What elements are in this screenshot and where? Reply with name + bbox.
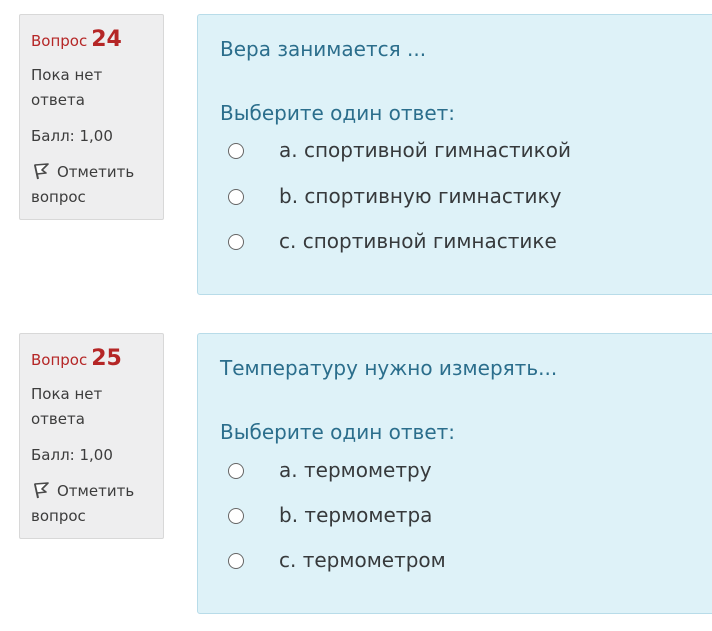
radio-button[interactable] xyxy=(228,463,244,479)
answer-prompt: Выберите один ответ: xyxy=(220,101,456,125)
question-number: 25 xyxy=(91,346,122,371)
answer-text: термометру xyxy=(303,458,432,482)
radio-button[interactable] xyxy=(228,234,244,250)
answer-option-c[interactable]: c. спортивной гимнастике xyxy=(228,229,688,263)
question-info-panel: Вопрос 25 Пока нет ответа Балл: 1,00 Отм… xyxy=(19,333,164,539)
answer-label: c. спортивной гимнастике xyxy=(279,229,557,253)
answer-label: b. термометра xyxy=(279,503,432,527)
question-label: Вопрос xyxy=(31,32,88,50)
answer-label: a. термометру xyxy=(279,458,432,482)
question-content: Вера занимается ... Выберите один ответ:… xyxy=(197,14,712,295)
answer-prompt: Выберите один ответ: xyxy=(220,420,456,444)
answer-option-a[interactable]: a. термометру xyxy=(228,458,688,492)
question-number-heading: Вопрос 24 xyxy=(31,27,153,53)
answer-letter: a. xyxy=(279,458,298,482)
answer-letter: c. xyxy=(279,548,297,572)
answer-option-c[interactable]: c. термометром xyxy=(228,548,688,582)
flag-question-link[interactable]: Отметить вопрос xyxy=(31,479,153,529)
flag-icon xyxy=(34,482,49,499)
flag-question-link[interactable]: Отметить вопрос xyxy=(31,160,153,210)
question-grade: Балл: 1,00 xyxy=(31,446,113,464)
answer-option-b[interactable]: b. спортивную гимнастику xyxy=(228,184,688,218)
answer-text: спортивной гимнастикой xyxy=(303,138,571,162)
question-text: Вера занимается ... xyxy=(220,37,427,61)
answer-letter: a. xyxy=(279,138,298,162)
answer-text: спортивную гимнастику xyxy=(304,184,562,208)
radio-button[interactable] xyxy=(228,508,244,524)
question-number: 24 xyxy=(91,27,122,52)
answer-text: термометром xyxy=(302,548,446,572)
answer-text: термометра xyxy=(304,503,433,527)
radio-button[interactable] xyxy=(228,143,244,159)
answer-option-b[interactable]: b. термометра xyxy=(228,503,688,537)
question-grade: Балл: 1,00 xyxy=(31,127,113,145)
question-info-panel: Вопрос 24 Пока нет ответа Балл: 1,00 Отм… xyxy=(19,14,164,220)
answer-letter: c. xyxy=(279,229,297,253)
answer-letter: b. xyxy=(279,184,299,208)
answer-label: b. спортивную гимнастику xyxy=(279,184,561,208)
answer-text: спортивной гимнастике xyxy=(302,229,557,253)
question-state: Пока нет ответа xyxy=(31,66,103,109)
radio-button[interactable] xyxy=(228,189,244,205)
answer-label: a. спортивной гимнастикой xyxy=(279,138,571,162)
radio-button[interactable] xyxy=(228,553,244,569)
answer-option-a[interactable]: a. спортивной гимнастикой xyxy=(228,138,688,172)
answer-label: c. термометром xyxy=(279,548,446,572)
question-number-heading: Вопрос 25 xyxy=(31,346,153,372)
question-content: Температуру нужно измерять... Выберите о… xyxy=(197,333,712,614)
question-text: Температуру нужно измерять... xyxy=(220,356,558,380)
flag-icon xyxy=(34,163,49,180)
question-block: Вопрос 24 Пока нет ответа Балл: 1,00 Отм… xyxy=(0,14,712,296)
question-label: Вопрос xyxy=(31,351,88,369)
question-state: Пока нет ответа xyxy=(31,385,103,428)
question-block: Вопрос 25 Пока нет ответа Балл: 1,00 Отм… xyxy=(0,333,712,615)
answer-letter: b. xyxy=(279,503,299,527)
